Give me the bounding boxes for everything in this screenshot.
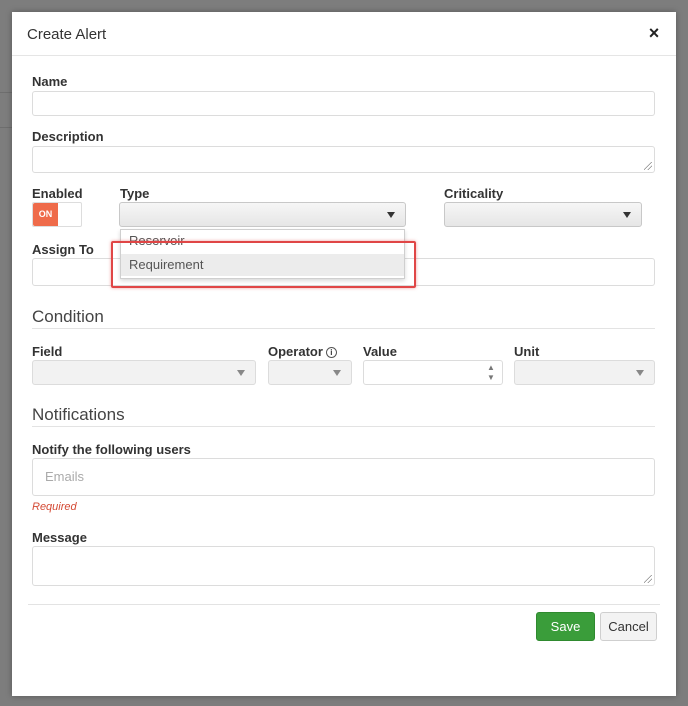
spinner-down-icon[interactable]: ▼ — [484, 373, 498, 383]
highlight-annotation — [111, 241, 416, 288]
enabled-label: Enabled — [32, 186, 83, 201]
notifications-heading: Notifications — [32, 405, 125, 424]
operator-label-text: Operator — [268, 344, 323, 359]
condition-heading: Condition — [32, 307, 104, 326]
save-button[interactable]: Save — [536, 612, 595, 641]
modal-header: Create Alert × — [12, 12, 676, 56]
chevron-down-icon — [333, 369, 341, 376]
emails-input[interactable]: Emails — [32, 458, 655, 496]
chevron-down-icon — [636, 369, 644, 376]
notifications-divider — [32, 426, 655, 427]
description-textarea[interactable] — [32, 146, 655, 173]
value-label: Value — [363, 344, 397, 359]
name-label: Name — [32, 74, 68, 89]
required-error-text: Required — [32, 501, 77, 513]
resize-handle-icon[interactable] — [644, 162, 652, 170]
name-input[interactable] — [32, 91, 655, 116]
close-icon[interactable]: × — [646, 24, 662, 42]
criticality-select[interactable] — [444, 202, 642, 227]
enabled-toggle[interactable]: ON — [32, 202, 82, 227]
operator-label: Operator i — [268, 344, 337, 359]
unit-label: Unit — [514, 344, 540, 359]
resize-handle-icon[interactable] — [644, 575, 652, 583]
toggle-on-indicator: ON — [33, 203, 58, 226]
chevron-down-icon — [623, 211, 631, 218]
create-alert-modal: Create Alert × Name Description Enabled … — [12, 12, 676, 696]
info-icon[interactable]: i — [325, 347, 337, 358]
footer-divider — [28, 604, 660, 605]
condition-divider — [32, 328, 655, 329]
type-select[interactable] — [119, 202, 406, 227]
notify-users-label: Notify the following users — [32, 442, 191, 457]
unit-select[interactable] — [514, 360, 655, 385]
assign-to-label: Assign To — [32, 242, 94, 257]
message-label: Message — [32, 530, 87, 545]
value-input[interactable]: ▲ ▼ — [363, 360, 503, 385]
description-label: Description — [32, 129, 104, 144]
criticality-label: Criticality — [444, 186, 504, 201]
number-spinner[interactable]: ▲ ▼ — [484, 361, 498, 384]
operator-select[interactable] — [268, 360, 352, 385]
chevron-down-icon — [237, 369, 245, 376]
chevron-down-icon — [387, 211, 395, 218]
field-select[interactable] — [32, 360, 256, 385]
spinner-up-icon[interactable]: ▲ — [484, 363, 498, 373]
cancel-button[interactable]: Cancel — [600, 612, 657, 641]
modal-title: Create Alert — [27, 26, 107, 43]
message-textarea[interactable] — [32, 546, 655, 586]
type-label: Type — [120, 186, 150, 201]
field-label: Field — [32, 344, 63, 359]
